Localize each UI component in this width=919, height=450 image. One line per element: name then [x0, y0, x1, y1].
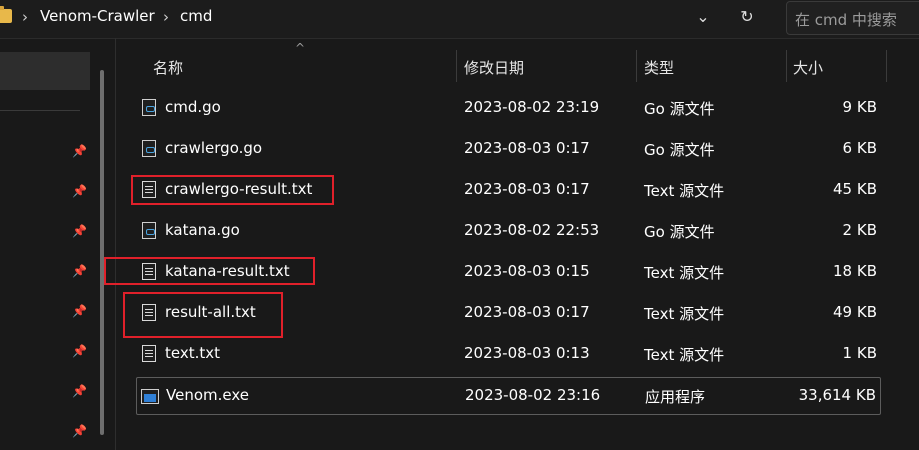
- file-modified: 2023-08-02 23:16: [465, 386, 601, 404]
- go-file-icon: [142, 140, 156, 157]
- column-header-name[interactable]: 名称: [153, 57, 183, 78]
- column-divider[interactable]: [636, 50, 637, 82]
- folder-icon: [0, 6, 12, 23]
- chevron-down-icon[interactable]: ⌄: [692, 7, 714, 26]
- go-file-icon: [142, 222, 156, 239]
- file-row[interactable]: text.txt 2023-08-03 0:13 Text 源文件 1 KB: [136, 335, 881, 373]
- file-size: 18 KB: [833, 262, 877, 280]
- breadcrumb-separator: ›: [163, 8, 169, 26]
- column-divider[interactable]: [786, 50, 787, 82]
- refresh-icon[interactable]: ↻: [736, 7, 758, 26]
- file-row[interactable]: katana.go 2023-08-02 22:53 Go 源文件 2 KB: [136, 212, 881, 250]
- nav-divider: [0, 110, 80, 111]
- file-type: Text 源文件: [644, 305, 725, 323]
- file-size: 9 KB: [842, 98, 877, 116]
- breadcrumb-item-venom-crawler[interactable]: Venom-Crawler: [40, 7, 155, 25]
- file-row-selected[interactable]: Venom.exe 2023-08-02 23:16 应用程序 33,614 K…: [136, 377, 881, 415]
- highlight-box: [104, 257, 315, 285]
- go-file-icon: [142, 99, 156, 116]
- file-size: 1 KB: [842, 344, 877, 362]
- breadcrumb-separator: ›: [22, 8, 28, 26]
- pin-icon[interactable]: 📌: [72, 224, 87, 238]
- file-type: Text 源文件: [644, 346, 725, 364]
- column-header-size[interactable]: 大小: [793, 57, 823, 78]
- file-modified: 2023-08-03 0:17: [464, 139, 590, 157]
- highlight-box: [123, 292, 283, 338]
- file-modified: 2023-08-03 0:15: [464, 262, 590, 280]
- file-modified: 2023-08-02 22:53: [464, 221, 600, 239]
- pin-icon[interactable]: 📌: [72, 144, 87, 158]
- column-divider[interactable]: [456, 50, 457, 82]
- nav-selected-item[interactable]: [0, 52, 90, 90]
- pin-icon[interactable]: 📌: [72, 384, 87, 398]
- pin-icon[interactable]: 📌: [72, 344, 87, 358]
- file-size: 49 KB: [833, 303, 877, 321]
- file-size: 45 KB: [833, 180, 877, 198]
- pin-icon[interactable]: 📌: [72, 304, 87, 318]
- highlight-box: [131, 175, 334, 205]
- file-type: Text 源文件: [644, 264, 725, 282]
- address-bar: › Venom-Crawler › cmd ⌄ ↻ 在 cmd 中搜索: [0, 0, 919, 39]
- breadcrumb-item-cmd[interactable]: cmd: [180, 7, 212, 25]
- pin-icon[interactable]: 📌: [72, 184, 87, 198]
- file-row[interactable]: cmd.go 2023-08-02 23:19 Go 源文件 9 KB: [136, 89, 881, 127]
- file-name: text.txt: [165, 344, 221, 362]
- file-modified: 2023-08-02 23:19: [464, 98, 600, 116]
- file-modified: 2023-08-03 0:17: [464, 180, 590, 198]
- file-type: Text 源文件: [644, 182, 725, 200]
- pin-icon[interactable]: 📌: [72, 424, 87, 438]
- exe-file-icon: [141, 389, 159, 404]
- file-size: 2 KB: [842, 221, 877, 239]
- file-size: 33,614 KB: [798, 386, 876, 404]
- file-name: crawlergo.go: [165, 139, 263, 157]
- pin-icon[interactable]: 📌: [72, 264, 87, 278]
- nav-scrollbar[interactable]: [100, 70, 104, 435]
- column-divider[interactable]: [886, 50, 887, 82]
- file-modified: 2023-08-03 0:17: [464, 303, 590, 321]
- file-type: Go 源文件: [644, 100, 715, 118]
- file-size: 6 KB: [842, 139, 877, 157]
- file-type: Go 源文件: [644, 223, 715, 241]
- file-modified: 2023-08-03 0:13: [464, 344, 590, 362]
- sort-ascending-icon: ^: [295, 41, 306, 55]
- search-placeholder: 在 cmd 中搜索: [795, 11, 897, 29]
- text-file-icon: [142, 345, 156, 362]
- file-name: katana.go: [165, 221, 240, 239]
- file-type: Go 源文件: [644, 141, 715, 159]
- file-type: 应用程序: [645, 388, 706, 406]
- column-header-type[interactable]: 类型: [644, 57, 674, 78]
- pane-divider: [115, 38, 116, 450]
- column-header-modified[interactable]: 修改日期: [464, 57, 524, 78]
- search-input[interactable]: 在 cmd 中搜索: [786, 1, 919, 35]
- file-name: Venom.exe: [166, 386, 249, 404]
- file-name: cmd.go: [165, 98, 221, 116]
- file-row[interactable]: crawlergo.go 2023-08-03 0:17 Go 源文件 6 KB: [136, 130, 881, 168]
